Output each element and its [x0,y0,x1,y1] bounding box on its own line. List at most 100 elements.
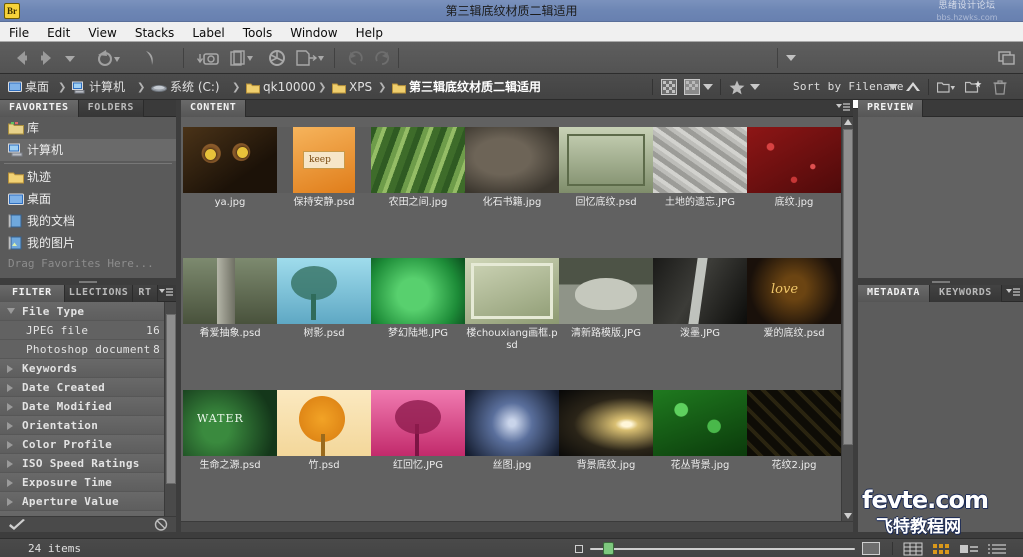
filter-group-iso-speed-ratings[interactable]: ISO Speed Ratings [0,454,176,473]
thumbnail-item[interactable]: 土地的遗忘.JPG [653,127,747,209]
refine-copy-icon[interactable] [228,48,254,68]
chevron-down-icon[interactable] [703,84,713,91]
menu-tools[interactable]: Tools [234,22,282,42]
checkerboard-dropdown-icon[interactable] [684,79,700,95]
favorite-item-my-documents[interactable]: 我的文档 [0,210,176,232]
tab-content[interactable]: CONTENT [181,100,246,117]
filter-group-file-type[interactable]: File Type [0,302,176,321]
rotate-left-icon[interactable] [346,48,366,68]
checkerboard-icon[interactable] [661,79,677,95]
chevron-down-icon[interactable] [750,84,760,91]
left-panel-splitter[interactable] [0,278,176,285]
filter-group-orientation[interactable]: Orientation [0,416,176,435]
filter-group-keywords[interactable]: Keywords [0,359,176,378]
boomerang-icon[interactable] [140,48,160,68]
tab-filter[interactable]: FILTER [0,285,65,302]
filter-value-psd[interactable]: Photoshop document 8 [0,340,176,359]
menu-label[interactable]: Label [183,22,233,42]
keep-filter-icon[interactable] [8,518,26,531]
filter-scrollbar[interactable] [164,302,176,516]
folder-open-icon[interactable] [937,81,955,94]
compact-window-icon[interactable] [998,48,1016,68]
thumbnail-item[interactable]: 树影.psd [277,258,371,340]
filter-group-date-modified[interactable]: Date Modified [0,397,176,416]
menu-window[interactable]: Window [281,22,346,42]
thumbnail-item[interactable]: 红回忆.JPG [371,390,465,472]
rotate-right-icon[interactable] [372,48,392,68]
tab-export[interactable]: RT [133,285,157,302]
open-in-camera-raw-icon[interactable] [267,48,287,68]
favorite-item-my-pictures[interactable]: 我的图片 [0,232,176,254]
new-folder-icon[interactable] [965,80,982,94]
get-photos-from-camera-icon[interactable] [196,48,220,68]
thumbnail-item[interactable]: 泼墨.JPG [653,258,747,340]
thumbnail-item[interactable]: 竹.psd [277,390,371,472]
breadcrumb-item-system-drive[interactable]: 系统 (C:) [151,79,220,95]
favorite-item-computer[interactable]: 计算机 [0,139,176,161]
favorite-item-desktop[interactable]: 桌面 [0,188,176,210]
menu-file[interactable]: File [0,22,38,42]
filter-group-color-profile[interactable]: Color Profile [0,435,176,454]
filter-group-exposure-time[interactable]: Exposure Time [0,473,176,492]
panel-menu-icon[interactable] [159,288,173,298]
thumbnail-item[interactable]: 肴爱抽象.psd [183,258,277,340]
thumbnail-item[interactable]: 回忆底纹.psd [559,127,653,209]
workspace-chevron-down-icon[interactable] [741,49,801,67]
panel-menu-icon[interactable] [836,103,850,113]
right-panel-splitter[interactable] [858,278,1023,285]
thumbnail-size-slider[interactable] [590,548,855,550]
thumbnail-item[interactable]: 梦幻陆地.JPG [371,258,465,340]
scroll-up-icon[interactable] [844,119,852,125]
forward-arrow-icon[interactable] [36,48,56,68]
filter-group-date-created[interactable]: Date Created [0,378,176,397]
output-file-icon[interactable] [294,48,324,68]
scroll-down-icon[interactable] [844,513,852,519]
thumbnail-item[interactable]: 花纹2.jpg [747,390,841,472]
thumbnail-item[interactable]: 农田之间.jpg [371,127,465,209]
favorite-item-tracks[interactable]: 轨迹 [0,166,176,188]
small-thumbnail-icon[interactable] [575,545,583,553]
grid-view-icon[interactable] [903,542,923,556]
thumbnail-item[interactable]: ya.jpg [183,127,277,209]
tab-preview[interactable]: PREVIEW [858,100,923,117]
menu-edit[interactable]: Edit [38,22,79,42]
thumbnail-item[interactable]: 丝图.jpg [465,390,559,472]
content-vertical-scrollbar[interactable] [841,117,853,521]
breadcrumb-item-computer[interactable]: 计算机 [72,79,125,95]
thumbnail-item[interactable]: 清新路模版.JPG [559,258,653,340]
filter-scroll-thumb[interactable] [166,314,176,484]
tab-favorites[interactable]: FAVORITES [0,100,79,117]
thumbnail-item[interactable]: 底纹.jpg [747,127,841,209]
thumbnail-size-handle[interactable] [603,542,614,555]
chevron-down-icon[interactable] [888,84,898,91]
tab-collections[interactable]: LLECTIONS [65,285,134,302]
favorite-item-library[interactable]: 库 [0,117,176,139]
chevron-up-icon[interactable] [906,82,920,92]
filter-value-jpeg[interactable]: JPEG file 16 [0,321,176,340]
list-view-icon[interactable] [987,542,1007,556]
tab-metadata[interactable]: METADATA [858,285,930,302]
back-arrow-icon[interactable] [12,48,32,68]
panel-menu-icon[interactable] [1006,288,1020,298]
content-scroll-thumb[interactable] [843,129,853,445]
thumbnail-item[interactable]: 花丛背景.jpg [653,390,747,472]
large-thumbnail-icon[interactable] [862,542,880,555]
details-view-icon[interactable] [959,542,979,556]
content-horizontal-scrollbar[interactable] [181,521,853,532]
thumbnail-item[interactable]: love 爱的底纹.psd [747,258,841,340]
clear-filter-icon[interactable] [154,518,168,531]
thumbnail-item[interactable]: 背景底纹.jpg [559,390,653,472]
recent-dropdown-icon[interactable] [60,48,80,68]
trash-icon[interactable] [993,80,1007,95]
menu-view[interactable]: View [79,22,125,42]
breadcrumb-item-xps[interactable]: XPS [332,79,372,95]
menu-stacks[interactable]: Stacks [126,22,183,42]
breadcrumb-item-current-folder[interactable]: 第三辑底纹材质二辑适用 [392,79,541,95]
menu-help[interactable]: Help [347,22,392,42]
star-icon[interactable] [729,80,745,95]
thumbnail-item[interactable]: 楼chouxiang画框.psd [465,258,559,352]
thumbnail-item[interactable]: 化石书籍.jpg [465,127,559,209]
breadcrumb-item-qk10000[interactable]: qk10000 [246,79,316,95]
rotate-counterclockwise-icon[interactable] [94,48,120,68]
tab-keywords[interactable]: KEYWORDS [930,285,1002,302]
